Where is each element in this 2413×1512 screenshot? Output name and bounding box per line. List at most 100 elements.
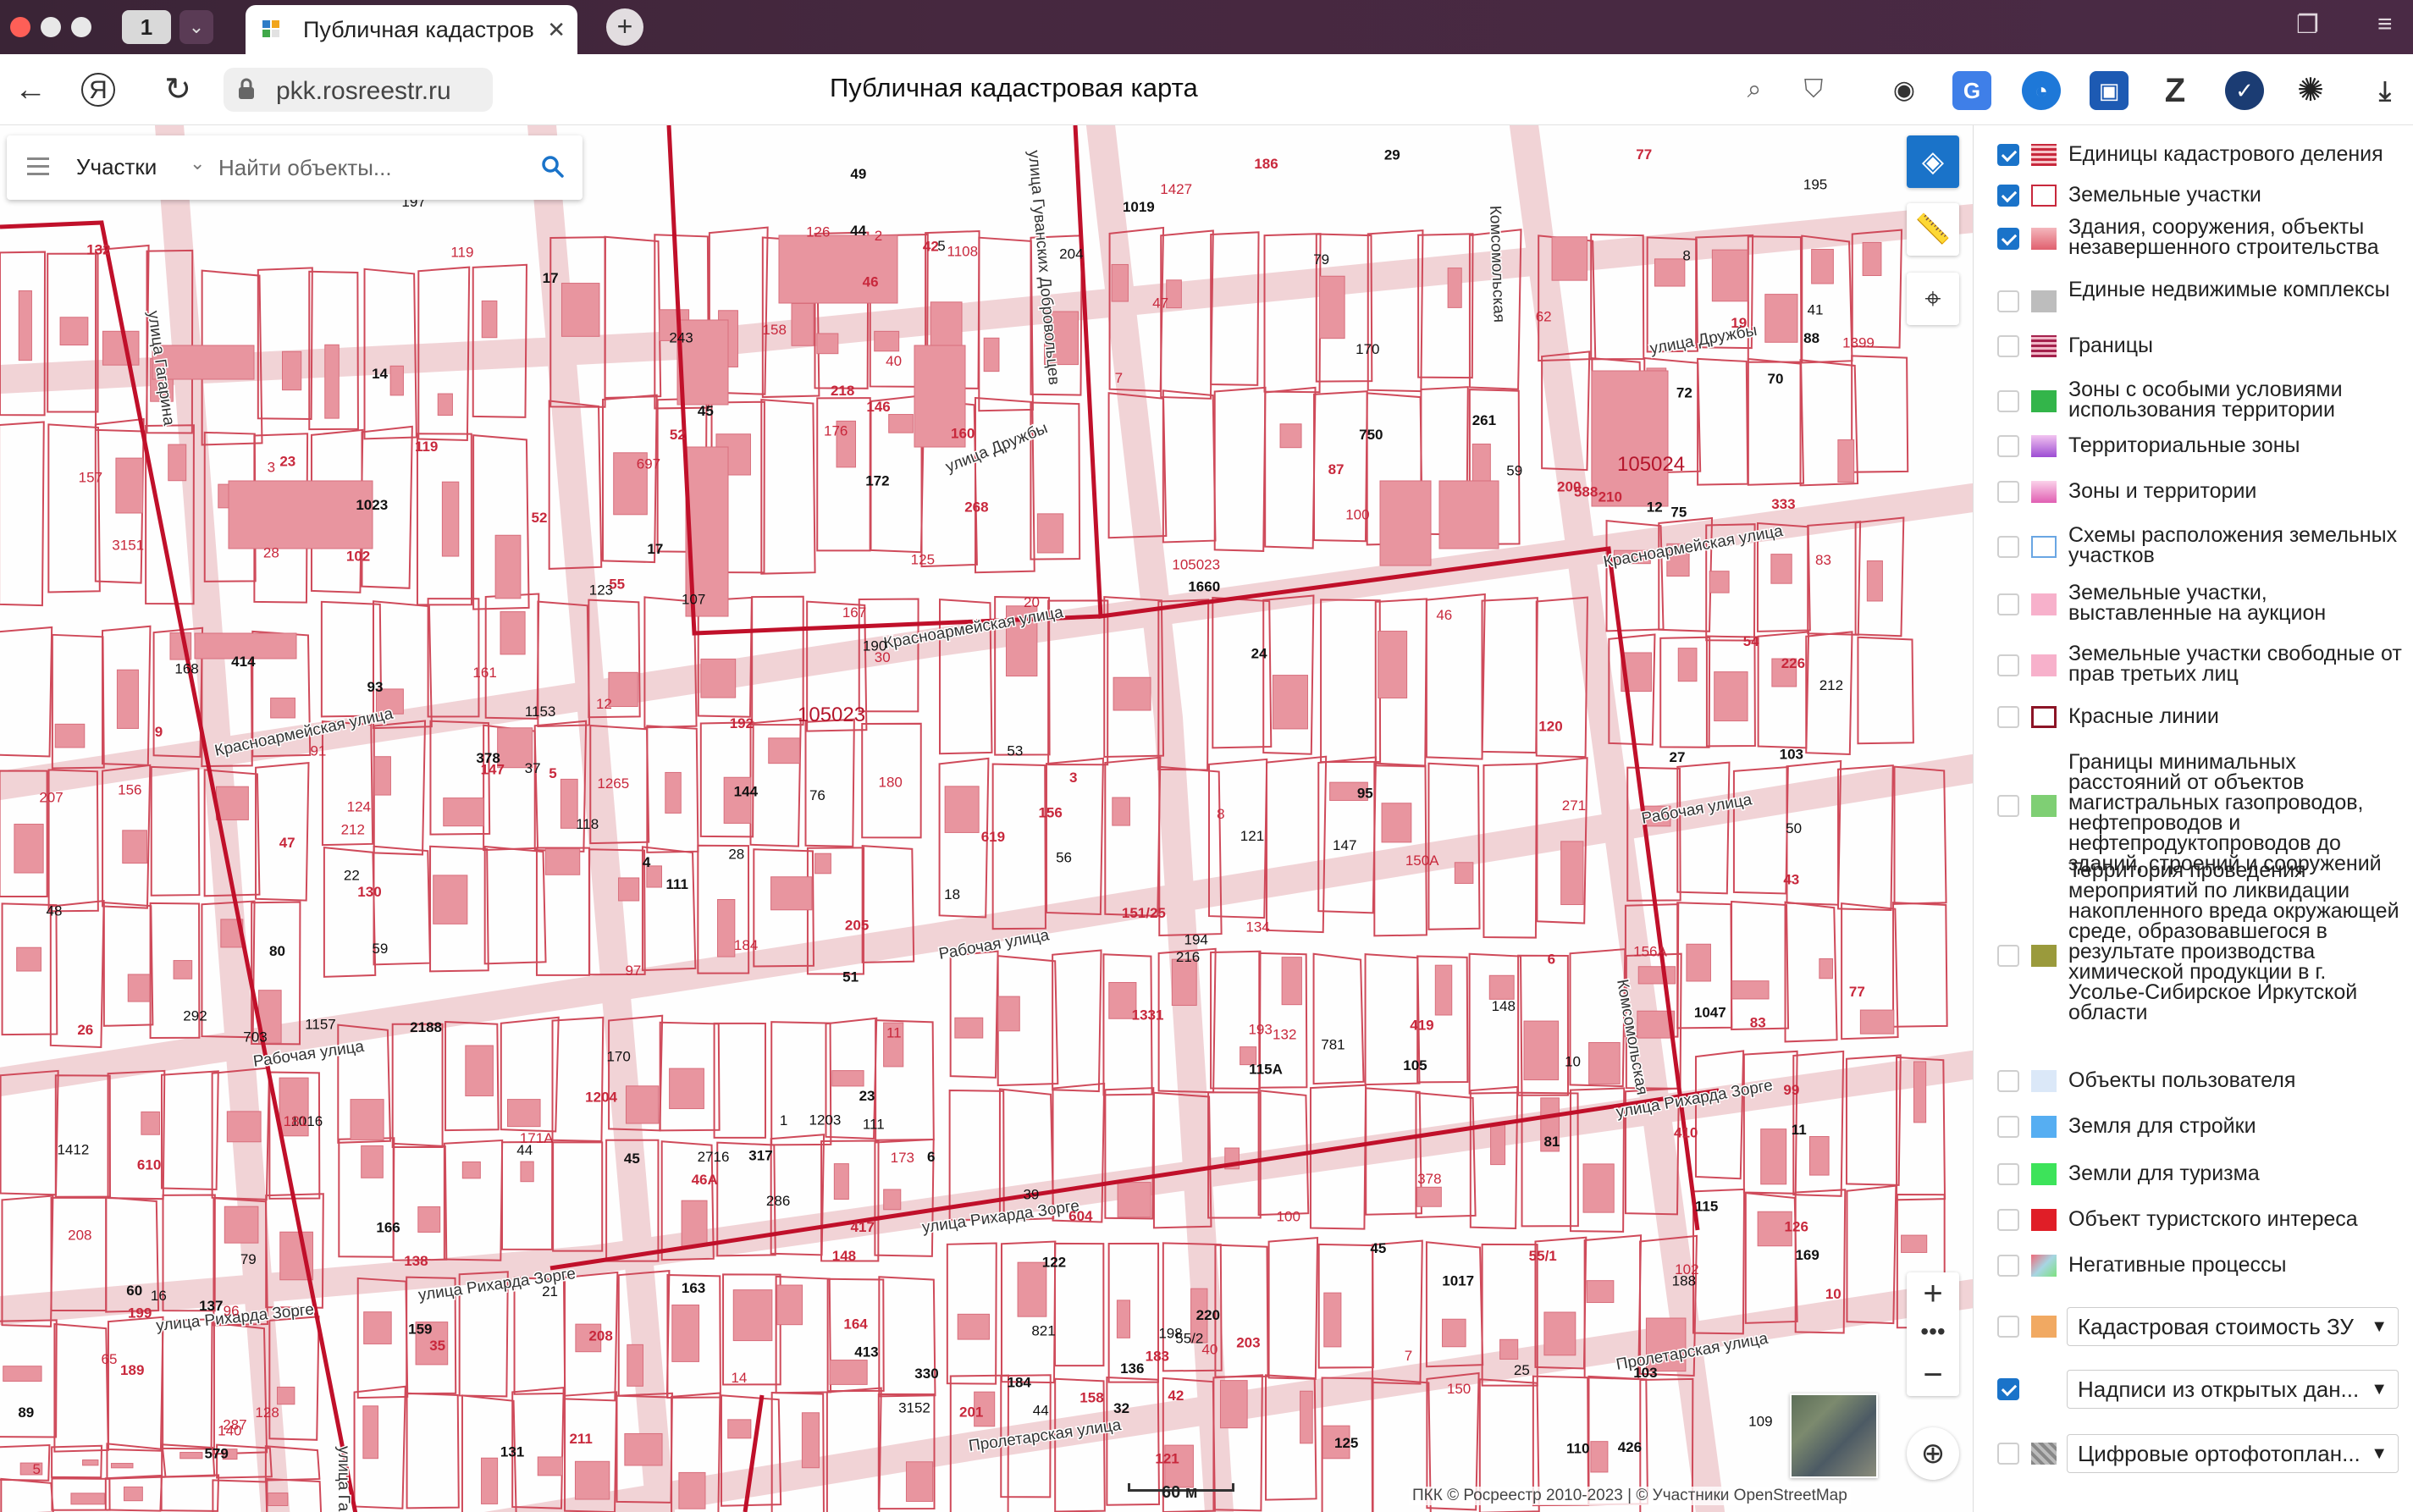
translate-extension-icon[interactable]: G: [1952, 71, 1991, 110]
building[interactable]: [560, 283, 600, 337]
building[interactable]: [1588, 1041, 1621, 1084]
building[interactable]: [1859, 1009, 1895, 1035]
building[interactable]: [465, 1045, 494, 1096]
layer-options-dropdown[interactable]: Кадастровая стоимость ЗУ ▼: [2067, 1307, 2399, 1346]
building[interactable]: [1582, 1163, 1615, 1213]
zoom-in-button[interactable]: +: [1907, 1272, 1959, 1315]
building[interactable]: [1434, 964, 1453, 1016]
building[interactable]: [18, 290, 32, 361]
bookmark-icon[interactable]: ⛉: [1793, 69, 1834, 110]
building[interactable]: [1711, 249, 1748, 302]
building[interactable]: [700, 658, 737, 698]
building[interactable]: [1808, 1135, 1830, 1176]
tab-count-badge[interactable]: 1: [122, 10, 171, 44]
building[interactable]: [833, 1163, 849, 1200]
building[interactable]: [362, 1405, 378, 1460]
maximize-window-button[interactable]: [71, 17, 91, 37]
building[interactable]: [1543, 1311, 1576, 1356]
building[interactable]: [770, 876, 813, 911]
reload-icon[interactable]: ↻: [157, 69, 198, 110]
building[interactable]: [1017, 1261, 1047, 1317]
large-building[interactable]: [778, 235, 898, 304]
building[interactable]: [3, 1366, 42, 1382]
building[interactable]: [624, 1432, 663, 1466]
building[interactable]: [82, 1459, 99, 1466]
building[interactable]: [173, 960, 193, 979]
building[interactable]: [776, 1284, 803, 1326]
building[interactable]: [1560, 841, 1584, 906]
building[interactable]: [54, 723, 86, 748]
building[interactable]: [1454, 862, 1474, 884]
building[interactable]: [681, 1200, 708, 1247]
building[interactable]: [574, 1460, 610, 1500]
locate-crosshair-icon[interactable]: ⌖: [1907, 273, 1959, 325]
layer-checkbox[interactable]: [1997, 945, 2019, 967]
building[interactable]: [1714, 671, 1748, 722]
z-extension-icon[interactable]: Z: [2156, 71, 2195, 110]
active-tab[interactable]: Публичная кадастровая карта ✕: [246, 5, 577, 54]
layer-checkbox[interactable]: [1997, 795, 2019, 817]
building[interactable]: [122, 830, 147, 864]
layer-checkbox[interactable]: [1997, 1116, 2019, 1138]
building[interactable]: [102, 330, 140, 366]
search-icon[interactable]: [540, 154, 566, 179]
layer-checkbox[interactable]: [1997, 185, 2019, 207]
building[interactable]: [1686, 943, 1711, 982]
building[interactable]: [874, 330, 900, 352]
building[interactable]: [1279, 423, 1302, 449]
layer-checkbox[interactable]: [1997, 1443, 2019, 1465]
building[interactable]: [930, 301, 963, 348]
building[interactable]: [814, 853, 831, 875]
building[interactable]: [1219, 1380, 1248, 1429]
building[interactable]: [669, 1068, 704, 1110]
building[interactable]: [1488, 974, 1515, 1000]
close-window-button[interactable]: [10, 17, 30, 37]
page-search-icon[interactable]: ⌕: [1734, 69, 1775, 110]
layer-checkbox[interactable]: [1997, 335, 2019, 357]
building[interactable]: [732, 1289, 773, 1342]
building[interactable]: [389, 365, 404, 396]
menu-hamburger-icon[interactable]: [27, 157, 49, 176]
building[interactable]: [816, 333, 839, 355]
building[interactable]: [276, 1386, 295, 1405]
layer-options-dropdown[interactable]: Надписи из открытых дан... ▼: [2067, 1370, 2399, 1409]
building[interactable]: [1819, 958, 1833, 979]
search-type-select[interactable]: Участки: [76, 154, 157, 180]
building[interactable]: [727, 1419, 752, 1439]
building[interactable]: [224, 1206, 259, 1244]
building[interactable]: [1111, 263, 1129, 302]
building[interactable]: [59, 317, 89, 346]
building[interactable]: [461, 1161, 481, 1179]
building[interactable]: [481, 300, 498, 339]
building[interactable]: [791, 302, 814, 346]
layers-icon[interactable]: ◈: [1907, 135, 1959, 188]
layer-checkbox[interactable]: [1997, 593, 2019, 615]
building[interactable]: [110, 1463, 134, 1469]
building[interactable]: [1866, 560, 1883, 602]
proxy-extension-icon[interactable]: ◔: [2022, 71, 2061, 110]
layer-checkbox[interactable]: [1997, 536, 2019, 558]
building[interactable]: [1770, 554, 1792, 584]
building[interactable]: [226, 1111, 262, 1143]
layer-checkbox[interactable]: [1997, 1070, 2019, 1092]
new-tab-button[interactable]: +: [606, 8, 643, 46]
building[interactable]: [983, 337, 1000, 372]
building[interactable]: [1117, 1182, 1151, 1218]
building[interactable]: [544, 848, 581, 875]
layer-checkbox[interactable]: [1997, 1163, 2019, 1185]
building[interactable]: [537, 1456, 563, 1476]
building[interactable]: [1166, 279, 1182, 309]
layer-checkbox[interactable]: [1997, 1316, 2019, 1338]
eye-extension-icon[interactable]: ◉: [1885, 71, 1924, 110]
chevron-down-icon[interactable]: ⌄: [190, 152, 205, 174]
building[interactable]: [441, 481, 460, 557]
building[interactable]: [123, 1486, 143, 1502]
building[interactable]: [1523, 1020, 1560, 1081]
layer-checkbox[interactable]: [1997, 290, 2019, 312]
map-attribution[interactable]: ПКК © Росреестр 2010-2023 | © Участники …: [1409, 1487, 1851, 1505]
browser-menu-icon[interactable]: ≡: [2377, 10, 2393, 39]
tab-list-chevron-icon[interactable]: ⌄: [179, 10, 213, 44]
map-canvas[interactable]: улица Гагаринаулица Гагаринаулица Дружбы…: [0, 125, 1973, 1512]
layer-checkbox[interactable]: [1997, 706, 2019, 728]
building[interactable]: [997, 996, 1020, 1032]
